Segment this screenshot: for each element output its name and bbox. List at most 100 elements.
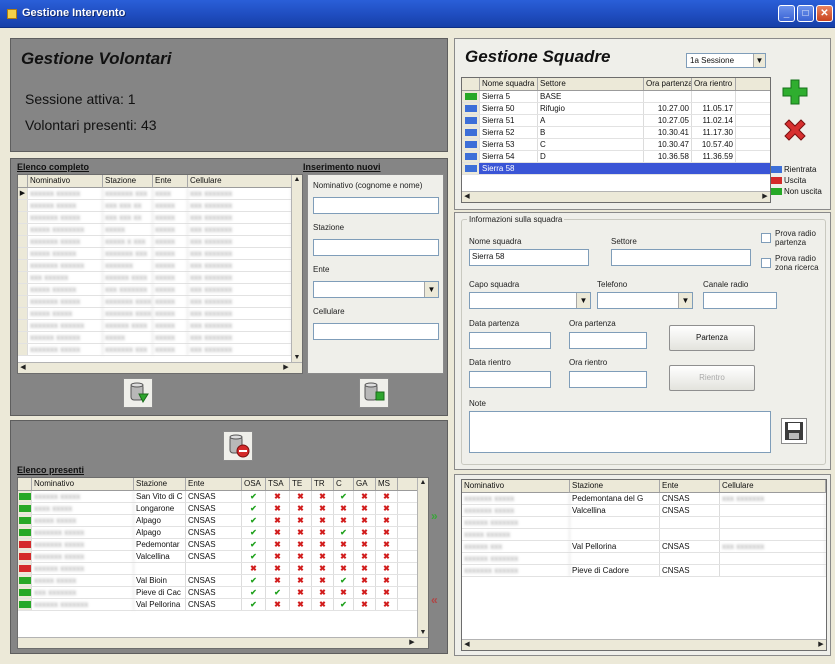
cross-icon[interactable]: ✖ [266, 563, 290, 574]
cross-icon[interactable]: ✖ [376, 587, 398, 598]
table-row[interactable]: xxxxx xxxxxx xxx xxxxxxx xxxxx xxx xxxxxxx [18, 284, 302, 296]
table-row[interactable]: xxxxxxx xxxxxxxxxxxx xxxxxxxxxxxx xxxxxx… [18, 296, 302, 308]
cross-icon[interactable]: ✖ [312, 551, 334, 562]
prova-radio-partenza-checkbox[interactable] [761, 233, 771, 243]
col-nome-squadra[interactable]: Nome squadra [480, 78, 538, 90]
cross-icon[interactable]: ✖ [312, 599, 334, 610]
row-header[interactable] [18, 332, 28, 343]
cross-icon[interactable]: ✖ [290, 575, 312, 586]
scroll-left-icon[interactable]: ◀ [462, 640, 472, 649]
nominativo-input[interactable] [313, 197, 439, 214]
cross-icon[interactable]: ✖ [312, 563, 334, 574]
col-c[interactable]: C [334, 478, 354, 490]
prova-radio-zona-checkbox[interactable] [761, 258, 771, 268]
squadre-grid[interactable]: Nome squadra Settore Ora partenza Ora ri… [461, 77, 771, 203]
table-row[interactable]: xxxxxxx xxxxxxxxxxxx xxxxxxxxxxxx xxxxxx… [18, 320, 302, 332]
member-row[interactable]: xxxxx xxxxxx [462, 529, 826, 541]
row-header[interactable] [18, 320, 28, 331]
chevron-down-icon[interactable]: ▼ [424, 282, 438, 297]
table-row[interactable]: xxxxxxx xxxxx Alpago CNSAS ✔ ✖ ✖ ✖ ✔ ✖ ✖ [18, 527, 428, 539]
scroll-up-icon[interactable]: ▲ [418, 478, 428, 487]
check-icon[interactable]: ✔ [242, 539, 266, 550]
insert-new-button[interactable] [359, 378, 389, 408]
cross-icon[interactable]: ✖ [290, 527, 312, 538]
col-osa[interactable]: OSA [242, 478, 266, 490]
col-nominativo[interactable]: Nominativo [462, 480, 570, 492]
cross-icon[interactable]: ✖ [266, 539, 290, 550]
cross-icon[interactable]: ✖ [376, 527, 398, 538]
cross-icon[interactable]: ✖ [334, 551, 354, 562]
table-row[interactable]: xxxxxxx xxxxx xxxxx x xxx xxxxx xxx xxxxxxx [18, 236, 302, 248]
ora-partenza-input[interactable] [569, 332, 647, 349]
data-rientro-input[interactable] [469, 371, 551, 388]
check-icon[interactable]: ✔ [334, 491, 354, 502]
table-row[interactable]: xxxxxx xxxxxxx Val Pellorina CNSAS ✔ ✖ ✖ ✖ ✔ ✖ ✖ [18, 599, 428, 611]
close-button[interactable]: ✕ [816, 5, 833, 22]
row-header[interactable] [18, 308, 28, 319]
add-to-present-button[interactable] [123, 378, 153, 408]
table-row[interactable]: xxx xxxxxx xxxxxx xxxx xxxxx xxx xxxxxxx [18, 272, 302, 284]
cross-icon[interactable]: ✖ [312, 575, 334, 586]
cross-icon[interactable]: ✖ [266, 599, 290, 610]
check-icon[interactable]: ✔ [334, 527, 354, 538]
cross-icon[interactable]: ✖ [376, 575, 398, 586]
cross-icon[interactable]: ✖ [312, 539, 334, 550]
scroll-down-icon[interactable]: ▼ [418, 628, 428, 637]
check-icon[interactable]: ✔ [334, 599, 354, 610]
member-row[interactable]: xxxxxx xxx Val Pellorina CNSAS xxx xxxxxxx [462, 541, 826, 553]
col-ms[interactable]: MS [376, 478, 398, 490]
table-row[interactable]: xxxxxxx xxxxxx xxxxxxx xxxxx xxx xxxxxxx [18, 260, 302, 272]
cross-icon[interactable]: ✖ [334, 515, 354, 526]
rientro-button[interactable]: Rientro [669, 365, 755, 391]
move-to-team-icon[interactable]: » [431, 509, 445, 523]
table-row[interactable]: xxxxxx xxxxxx xxxxx xxxxx xxx xxxxxxx [18, 332, 302, 344]
cross-icon[interactable]: ✖ [312, 515, 334, 526]
cross-icon[interactable]: ✖ [334, 539, 354, 550]
col-settore[interactable]: Settore [538, 78, 644, 90]
note-textarea[interactable] [469, 411, 771, 453]
cross-icon[interactable]: ✖ [376, 551, 398, 562]
cellulare-input[interactable] [313, 323, 439, 340]
save-button[interactable] [781, 418, 807, 444]
vertical-scrollbar[interactable]: ▲ ▼ [291, 175, 302, 362]
table-row[interactable]: xxxxxxx xxxxx Valcellina CNSAS ✔ ✖ ✖ ✖ ✖ ✖ ✖ [18, 551, 428, 563]
cross-icon[interactable]: ✖ [266, 491, 290, 502]
check-icon[interactable]: ✔ [242, 527, 266, 538]
check-icon[interactable]: ✔ [242, 491, 266, 502]
cross-icon[interactable]: ✖ [354, 587, 376, 598]
table-row[interactable]: xxxxxxx xxxxx xxxxxxx xxx xxxxx xxx xxxxxxx [18, 344, 302, 356]
scroll-up-icon[interactable]: ▲ [292, 175, 302, 184]
check-icon[interactable]: ✔ [242, 587, 266, 598]
check-icon[interactable]: ✔ [242, 575, 266, 586]
cross-icon[interactable]: ✖ [266, 551, 290, 562]
col-tr[interactable]: TR [312, 478, 334, 490]
team-row[interactable]: Sierra 5 BASE [462, 91, 770, 103]
ora-rientro-input[interactable] [569, 371, 647, 388]
cross-icon[interactable]: ✖ [266, 503, 290, 514]
maximize-button[interactable]: □ [797, 5, 814, 22]
horizontal-scrollbar[interactable]: ▶ [18, 637, 428, 648]
scroll-right-icon[interactable]: ▶ [407, 638, 417, 647]
cross-icon[interactable]: ✖ [290, 503, 312, 514]
cross-icon[interactable]: ✖ [290, 539, 312, 550]
team-row[interactable]: Sierra 52 B 10.30.41 11.17.30 [462, 127, 770, 139]
cross-icon[interactable]: ✖ [354, 515, 376, 526]
horizontal-scrollbar[interactable]: ◀ ▶ [462, 191, 770, 202]
canale-radio-input[interactable] [703, 292, 777, 309]
col-stazione[interactable]: Stazione [134, 478, 186, 490]
team-row[interactable]: Sierra 58 [462, 163, 770, 175]
chevron-down-icon[interactable]: ▼ [753, 54, 765, 67]
row-header[interactable] [18, 224, 28, 235]
member-row[interactable]: xxxxxxx xxxxx Pedemontana del G CNSAS xxx x… [462, 493, 826, 505]
cross-icon[interactable]: ✖ [290, 563, 312, 574]
cross-icon[interactable]: ✖ [376, 515, 398, 526]
cross-icon[interactable]: ✖ [290, 587, 312, 598]
table-row[interactable]: xxxxxx xxxxx xxx xxx xx xxxxx xxx xxxxxxx [18, 200, 302, 212]
move-from-team-icon[interactable]: « [431, 593, 445, 607]
col-ente[interactable]: Ente [153, 175, 188, 187]
cross-icon[interactable]: ✖ [266, 575, 290, 586]
team-row[interactable]: Sierra 54 D 10.36.58 11.36.59 [462, 151, 770, 163]
table-row[interactable]: xxx xxxxxxx Pieve di Cac CNSAS ✔ ✔ ✖ ✖ ✖ ✖ ✖ [18, 587, 428, 599]
col-stazione[interactable]: Stazione [103, 175, 153, 187]
cross-icon[interactable]: ✖ [290, 599, 312, 610]
